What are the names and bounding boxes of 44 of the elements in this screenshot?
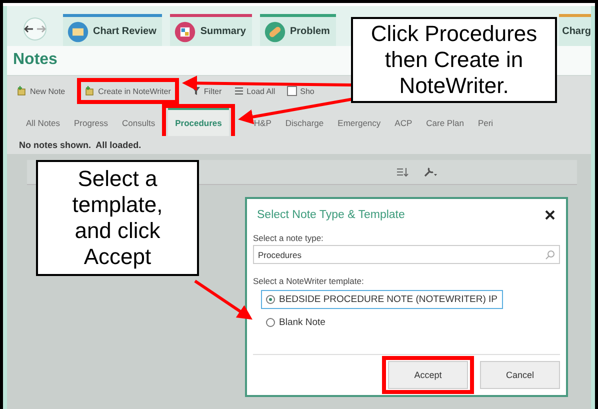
radio-option[interactable]: Blank Note: [261, 313, 330, 332]
note-tab[interactable]: Peri: [470, 108, 500, 136]
chart-review-icon: [67, 20, 89, 42]
note-tab[interactable]: Discharge: [278, 108, 331, 136]
search-icon[interactable]: [545, 250, 555, 260]
input-field[interactable]: Procedures: [253, 245, 560, 264]
note-tab[interactable]: Consults: [115, 108, 162, 136]
close-icon[interactable]: [544, 209, 556, 221]
note-icon: [85, 86, 96, 96]
summary-icon: [174, 20, 196, 42]
list-icon: [234, 86, 244, 96]
activity-tab[interactable]: Chart Review: [63, 14, 162, 46]
dialog-button[interactable]: Cancel: [480, 361, 560, 389]
note-tab[interactable]: All Notes: [19, 108, 68, 136]
note-tab[interactable]: Procedures: [168, 108, 229, 136]
toolbar-button[interactable]: New Note: [17, 86, 66, 96]
note-tab[interactable]: ACP: [388, 108, 420, 136]
checkbox[interactable]: [287, 86, 298, 96]
activity-tab[interactable]: Charg: [559, 14, 591, 46]
dialog-title: Select Note Type & Template: [257, 209, 405, 221]
dialog-button[interactable]: Accept: [388, 361, 468, 389]
filter-icon: [190, 86, 201, 96]
field-label: Select a NoteWriter template:: [253, 276, 365, 286]
sort-icon[interactable]: [395, 166, 409, 178]
activity-tab[interactable]: Problem: [260, 14, 336, 46]
toolbar-button[interactable]: Create in NoteWriter: [85, 86, 171, 96]
toolbar-button[interactable]: Filter: [190, 86, 222, 96]
note-tab[interactable]: Progress: [67, 108, 116, 136]
note-tab[interactable]: Care Plan: [419, 108, 471, 136]
toolbar-button[interactable]: Load All: [234, 86, 276, 96]
bandage-icon: [264, 20, 286, 42]
radio-option[interactable]: BEDSIDE PROCEDURE NOTE (NOTEWRITER) IP: [261, 290, 503, 309]
status-text: No notes shown. All loaded.: [7, 136, 591, 154]
note-tab[interactable]: H&P: [246, 108, 278, 136]
toolbar-button[interactable]: Sho: [287, 86, 314, 96]
activity-tab[interactable]: Summary: [170, 14, 252, 46]
note-icon: [17, 86, 27, 96]
note-tab[interactable]: Emergency: [330, 108, 388, 136]
pointer-arrow: [194, 280, 252, 320]
field-label: Select a note type:: [253, 233, 324, 243]
panel-title: Notes: [13, 51, 58, 69]
callout-text: Click Procedures then Create in NoteWriter.: [351, 17, 557, 103]
callout-text: Select a template, and click Accept: [36, 160, 199, 276]
wrench-icon[interactable]: [423, 166, 437, 178]
